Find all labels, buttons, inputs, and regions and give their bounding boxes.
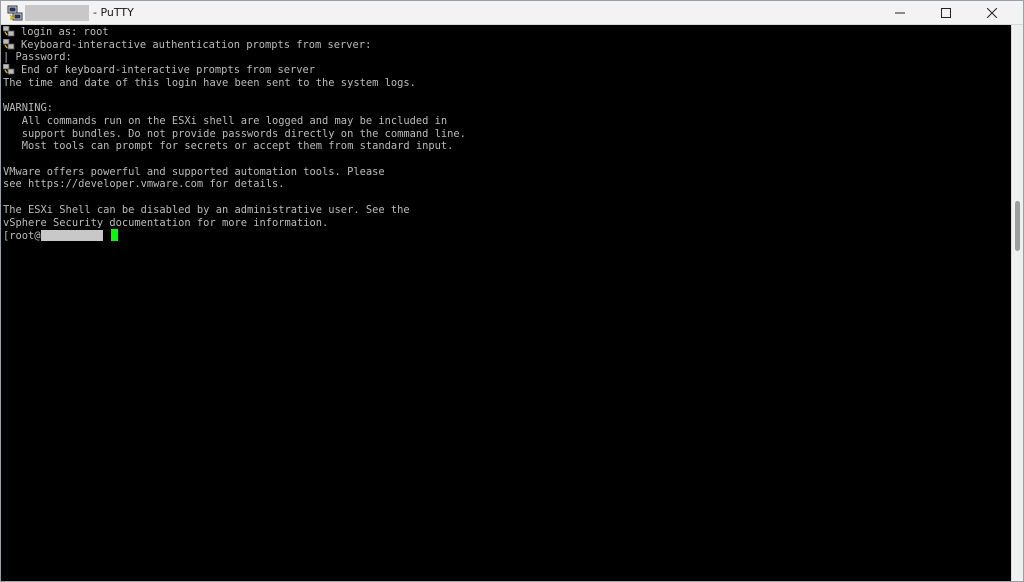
vertical-scrollbar[interactable] — [1011, 25, 1023, 581]
key-icon — [3, 64, 15, 75]
minimize-button[interactable] — [877, 1, 923, 25]
terminal-area[interactable]: login as: root Keyboard-interactive auth… — [1, 25, 1011, 581]
terminal-line-text: End of keyboard-interactive prompts from… — [21, 64, 316, 77]
terminal-line: see https://developer.vmware.com for det… — [3, 178, 285, 191]
terminal-line: Most tools can prompt for secrets or acc… — [3, 140, 454, 153]
terminal-line: WARNING: — [3, 102, 54, 115]
scrollbar-thumb[interactable] — [1015, 201, 1020, 251]
terminal-line: End of keyboard-interactive prompts from… — [3, 64, 315, 77]
terminal-line: All commands run on the ESXi shell are l… — [3, 114, 448, 127]
prompt-prefix: [root@ — [3, 230, 41, 243]
close-button[interactable] — [969, 1, 1015, 25]
key-icon — [3, 26, 15, 37]
terminal-line: VMware offers powerful and supported aut… — [3, 165, 385, 178]
minimize-icon — [895, 12, 905, 14]
putty-icon[interactable] — [7, 5, 23, 21]
terminal-line: support bundles. Do not provide password… — [3, 127, 466, 140]
redacted-hostname — [25, 5, 89, 21]
maximize-button[interactable] — [923, 1, 969, 25]
key-icon — [3, 38, 15, 50]
window-title: - PuTTY — [93, 6, 134, 19]
close-icon — [987, 8, 997, 18]
terminal-line: Keyboard-interactive authentication prom… — [3, 38, 372, 52]
terminal-line: | Password: — [3, 51, 72, 64]
terminal-line-text: login as: root — [21, 26, 109, 38]
maximize-icon — [941, 8, 951, 18]
terminal-line-text: Keyboard-interactive authentication prom… — [21, 38, 372, 51]
terminal-line: The time and date of this login have bee… — [3, 76, 416, 89]
shell-prompt[interactable]: [root@ — [3, 229, 118, 242]
terminal-line: vSphere Security documentation for more … — [3, 216, 329, 229]
terminal-line: login as: root — [3, 26, 109, 39]
terminal-line: The ESXi Shell can be disabled by an adm… — [3, 203, 410, 216]
title-bar[interactable]: - PuTTY — [1, 1, 1023, 25]
putty-window: - PuTTY login as: root Keyboard-interact… — [0, 0, 1024, 582]
terminal-cursor[interactable] — [110, 229, 118, 242]
redacted-hostname — [40, 230, 103, 242]
